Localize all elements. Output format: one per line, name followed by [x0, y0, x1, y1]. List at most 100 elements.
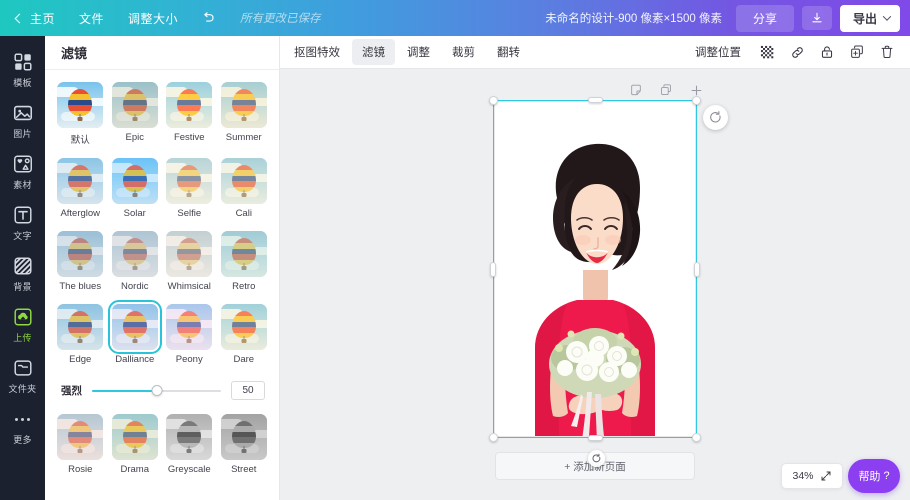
filter-tint-overlay	[220, 158, 267, 204]
panel-title: 滤镜	[45, 36, 279, 70]
filter-item-solar[interactable]: Solar	[108, 154, 163, 227]
copy-page-button[interactable]	[658, 82, 674, 98]
resize-handle-bottom-left[interactable]	[489, 433, 498, 442]
rotate-cursor	[588, 450, 605, 467]
intensity-value-box[interactable]: 50	[231, 381, 265, 400]
sidebar-label-uploads: 上传	[13, 333, 32, 343]
filter-item-street[interactable]: Street	[217, 410, 272, 483]
intensity-slider[interactable]	[92, 383, 221, 399]
page-canvas[interactable]	[495, 102, 695, 436]
editor-tab-2[interactable]: 调整	[397, 39, 440, 65]
editor-tab-4[interactable]: 翻转	[487, 39, 530, 65]
filter-item-edge[interactable]: Edge	[53, 300, 108, 373]
filter-label: Summer	[225, 132, 262, 143]
filter-thumbnail	[166, 414, 213, 460]
filter-tint-overlay	[166, 158, 213, 204]
resize-button[interactable]: 调整大小	[116, 5, 190, 32]
filter-item-summer[interactable]: Summer	[217, 78, 272, 154]
save-status-text: 所有更改已保存	[240, 13, 321, 25]
filter-label: Retro	[232, 281, 256, 292]
filter-item-dalliance[interactable]: Dalliance	[107, 300, 163, 373]
resize-handle-top[interactable]	[588, 97, 603, 103]
editor-tab-0[interactable]: 抠图特效	[284, 39, 350, 65]
expand-arrows-icon[interactable]	[820, 470, 832, 482]
help-question-mark: ?	[883, 470, 890, 482]
filter-item-epic[interactable]: Epic	[108, 78, 163, 154]
export-button[interactable]: 导出	[839, 4, 900, 32]
help-button[interactable]: 帮助 ?	[848, 459, 900, 493]
selected-image-element[interactable]	[495, 102, 695, 436]
filter-label: Dare	[233, 354, 255, 365]
filter-item-默认[interactable]: 默认	[53, 78, 108, 154]
position-button[interactable]: 调整位置	[686, 39, 750, 65]
filter-item-whimsical[interactable]: Whimsical	[162, 227, 217, 300]
filter-label: Nordic	[121, 281, 149, 292]
link-button[interactable]	[784, 39, 810, 65]
filter-item-greyscale[interactable]: Greyscale	[162, 410, 217, 483]
home-button[interactable]: 主页	[12, 5, 67, 32]
sidebar-item-background[interactable]: 背景	[0, 248, 45, 299]
filter-item-afterglow[interactable]: Afterglow	[53, 154, 108, 227]
filter-tint-overlay	[166, 231, 213, 277]
transparency-button[interactable]	[754, 39, 780, 65]
undo-button[interactable]	[190, 6, 226, 30]
share-button[interactable]: 分享	[735, 4, 794, 32]
rotate-handle[interactable]	[703, 105, 728, 130]
resize-handle-left[interactable]	[490, 262, 496, 277]
notes-button[interactable]	[628, 82, 644, 98]
filter-label: Greyscale	[167, 464, 211, 475]
filter-label: Drama	[120, 464, 149, 475]
filter-tint-overlay	[111, 231, 158, 277]
zoom-control[interactable]: 34%	[781, 463, 843, 489]
sidebar-label-templates: 模板	[13, 78, 32, 88]
text-icon	[13, 206, 32, 224]
sidebar-item-text[interactable]: 文字	[0, 197, 45, 248]
intensity-slider-row: 强烈 50	[45, 373, 279, 410]
page-canvas-wrapper[interactable]	[489, 96, 728, 442]
resize-handle-top-left[interactable]	[489, 96, 498, 105]
sidebar-item-more[interactable]: 更多	[0, 401, 45, 452]
slider-thumb[interactable]	[151, 385, 162, 396]
filter-label: Cali	[235, 208, 252, 219]
filter-item-the-blues[interactable]: The blues	[53, 227, 108, 300]
upload-cloud-icon	[13, 308, 32, 326]
download-button[interactable]	[801, 6, 832, 30]
lock-icon	[821, 46, 833, 58]
transparency-icon	[760, 45, 773, 58]
filter-item-rosie[interactable]: Rosie	[53, 410, 108, 483]
filter-item-peony[interactable]: Peony	[162, 300, 217, 373]
resize-handle-bottom[interactable]	[588, 435, 603, 441]
filter-item-dare[interactable]: Dare	[217, 300, 272, 373]
filter-tint-overlay	[57, 231, 104, 277]
file-menu-button[interactable]: 文件	[67, 5, 116, 32]
chevron-down-icon	[882, 12, 892, 21]
filter-label: 默认	[70, 135, 90, 146]
sidebar-item-photos[interactable]: 图片	[0, 95, 45, 146]
sidebar-item-folders[interactable]: 文件夹	[0, 350, 45, 401]
filter-item-festive[interactable]: Festive	[162, 78, 217, 154]
background-icon	[13, 257, 32, 275]
delete-button[interactable]	[874, 39, 900, 65]
filter-tint-overlay	[166, 82, 213, 128]
filter-item-drama[interactable]: Drama	[108, 410, 163, 483]
sidebar-item-templates[interactable]: 模板	[0, 44, 45, 95]
filter-item-retro[interactable]: Retro	[217, 227, 272, 300]
editor-tab-3[interactable]: 裁剪	[442, 39, 485, 65]
filter-thumbnail	[166, 82, 213, 128]
lock-button[interactable]	[814, 39, 840, 65]
sidebar-item-uploads[interactable]: 上传	[0, 299, 45, 350]
resize-handle-bottom-right[interactable]	[692, 433, 701, 442]
filter-item-selfie[interactable]: Selfie	[162, 154, 217, 227]
editor-tab-1[interactable]: 滤镜	[352, 39, 395, 65]
sidebar-item-elements[interactable]: 素材	[0, 146, 45, 197]
resize-handle-right[interactable]	[694, 262, 700, 277]
filter-tint-overlay	[111, 82, 158, 128]
document-title[interactable]: 未命名的设计-900 像素×1500 像素	[545, 10, 722, 26]
filter-label: Selfie	[177, 208, 202, 219]
intensity-label: 强烈	[61, 385, 82, 397]
filter-label: Epic	[125, 132, 144, 143]
filter-item-nordic[interactable]: Nordic	[108, 227, 163, 300]
filter-item-cali[interactable]: Cali	[217, 154, 272, 227]
duplicate-button[interactable]	[844, 39, 870, 65]
resize-handle-top-right[interactable]	[692, 96, 701, 105]
